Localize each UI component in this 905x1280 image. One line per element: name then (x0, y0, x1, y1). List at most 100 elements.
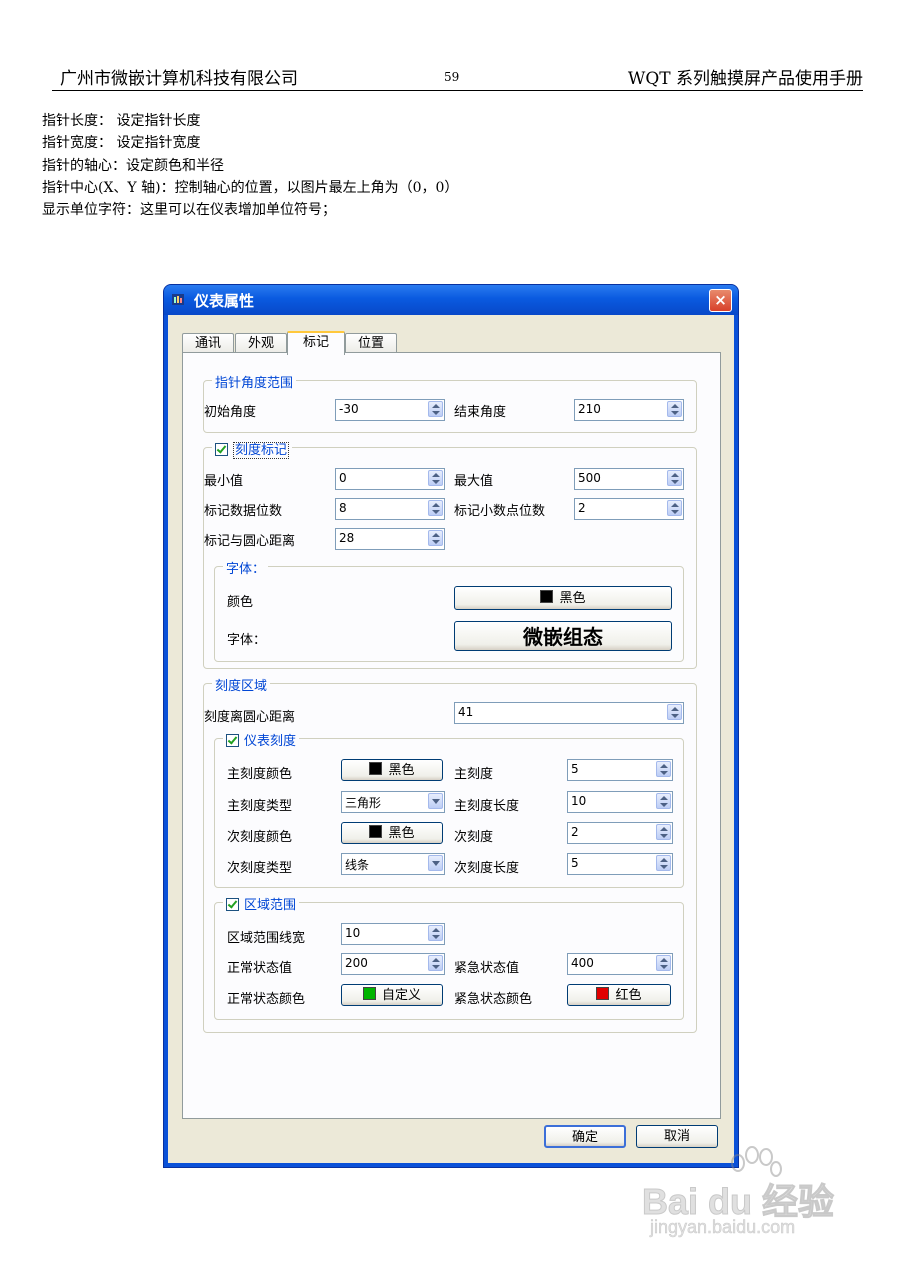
spin-arrows-icon[interactable] (656, 955, 671, 971)
min-value-label: 最小值 (204, 474, 244, 489)
decimals-spinner[interactable]: 2 (574, 498, 684, 520)
spin-arrows-icon[interactable] (428, 955, 443, 971)
zone-range-checkbox[interactable]: 区域范围 (223, 894, 300, 913)
app-icon (172, 294, 184, 305)
black-swatch-icon (369, 825, 383, 838)
normal-value-spinner[interactable]: 200 (341, 953, 445, 975)
close-button[interactable]: × (709, 289, 732, 312)
tab-position[interactable]: 位置 (345, 333, 397, 353)
zone-range-group: 区域范围 区域范围线宽 10 正常状态值 200 紧急状态值 400 正常状态颜… (214, 894, 684, 1020)
pointer-range-group: 指针角度范围 初始角度 -30 结束角度 210 (203, 372, 697, 433)
minor-type-label: 次刻度类型 (227, 861, 293, 876)
intro-line: 显示单位字符：这里可以在仪表增加单位符号； (42, 202, 336, 219)
spin-arrows-icon[interactable] (656, 761, 671, 777)
start-angle-label: 初始角度 (204, 405, 257, 420)
tab-marking[interactable]: 标记 (287, 331, 345, 355)
decimals-label: 标记小数点位数 (454, 504, 546, 519)
page-number: 59 (444, 70, 460, 84)
black-swatch-icon (369, 762, 383, 775)
mark-distance-label: 标记与圆心距离 (204, 534, 296, 549)
alarm-value-label: 紧急状态值 (454, 961, 520, 976)
start-angle-spinner[interactable]: -30 (335, 399, 445, 421)
major-length-label: 主刻度长度 (454, 799, 520, 814)
checkbox-checked-icon[interactable] (215, 443, 228, 456)
green-swatch-icon (362, 987, 376, 1000)
spin-arrows-icon[interactable] (667, 704, 682, 720)
spin-arrows-icon[interactable] (656, 793, 671, 809)
group-legend: 刻度区域 (212, 675, 271, 694)
group-legend: 字体： (223, 558, 269, 577)
red-swatch-icon (596, 987, 610, 1000)
end-angle-spinner[interactable]: 210 (574, 399, 684, 421)
font-select-button[interactable]: 微嵌组态 (454, 621, 672, 651)
spin-arrows-icon[interactable] (428, 530, 443, 546)
spin-arrows-icon[interactable] (656, 824, 671, 840)
major-length-spinner[interactable]: 10 (567, 791, 673, 813)
mark-distance-spinner[interactable]: 28 (335, 528, 445, 550)
spin-arrows-icon[interactable] (656, 855, 671, 871)
meter-scale-group: 仪表刻度 主刻度颜色 黑色 主刻度 5 主刻度类型 三角形 主刻度长度 10 次… (214, 730, 684, 888)
minor-spinner[interactable]: 2 (567, 822, 673, 844)
max-value-spinner[interactable]: 500 (574, 468, 684, 490)
spin-arrows-icon[interactable] (428, 500, 443, 516)
major-color-button[interactable]: 黑色 (341, 759, 443, 781)
tab-panel: 指针角度范围 初始角度 -30 结束角度 210 刻度标记 最小值 0 最大值 … (182, 352, 721, 1119)
min-value-spinner[interactable]: 0 (335, 468, 445, 490)
spin-arrows-icon[interactable] (428, 470, 443, 486)
font-color-button[interactable]: 黑色 (454, 586, 672, 610)
normal-color-button[interactable]: 自定义 (341, 984, 443, 1006)
minor-color-button[interactable]: 黑色 (341, 822, 443, 844)
spin-arrows-icon[interactable] (667, 470, 682, 486)
minor-length-spinner[interactable]: 5 (567, 853, 673, 875)
major-color-label: 主刻度颜色 (227, 767, 293, 782)
tab-appearance[interactable]: 外观 (235, 333, 287, 353)
meter-scale-checkbox[interactable]: 仪表刻度 (223, 730, 300, 749)
normal-value-label: 正常状态值 (227, 961, 293, 976)
spin-arrows-icon[interactable] (428, 925, 443, 941)
normal-color-label: 正常状态颜色 (227, 992, 306, 1007)
tab-communication[interactable]: 通讯 (182, 333, 234, 353)
intro-line: 指针长度： 设定指针长度 (42, 113, 201, 129)
major-type-select[interactable]: 三角形 (341, 791, 445, 813)
chevron-down-icon[interactable] (428, 855, 443, 871)
minor-type-select[interactable]: 线条 (341, 853, 445, 875)
checkbox-checked-icon[interactable] (226, 734, 239, 747)
alarm-color-button[interactable]: 红色 (567, 984, 671, 1006)
dialog-client: 通讯 外观 标记 位置 指针角度范围 初始角度 -30 结束角度 210 刻度标… (168, 315, 734, 1163)
area-distance-label: 刻度离圆心距离 (204, 710, 296, 725)
meter-properties-dialog: 仪表属性 × 通讯 外观 标记 位置 指针角度范围 初始角度 -30 结束角度 … (164, 285, 738, 1167)
end-angle-label: 结束角度 (454, 405, 507, 420)
intro-line: 指针中心(X、Y 轴)：控制轴心的位置，以图片最左上角为（0，0） (42, 179, 459, 196)
chevron-down-icon[interactable] (428, 793, 443, 809)
digits-label: 标记数据位数 (204, 504, 283, 519)
spin-arrows-icon[interactable] (667, 401, 682, 417)
major-label: 主刻度 (454, 767, 494, 782)
page-header: 广州市微嵌计算机科技有限公司 59 WQT 系列触摸屏产品使用手册 (52, 62, 863, 91)
baidu-watermark: Bai du 经验 jingyan.baidu.com (641, 1145, 857, 1245)
manual-title: WQT 系列触摸屏产品使用手册 (627, 69, 863, 89)
intro-line: 指针宽度： 设定指针宽度 (42, 135, 201, 152)
spin-arrows-icon[interactable] (428, 401, 443, 417)
scale-mark-group: 刻度标记 最小值 0 最大值 500 标记数据位数 8 标记小数点位数 2 标记… (203, 439, 697, 669)
max-value-label: 最大值 (454, 474, 494, 489)
checkbox-checked-icon[interactable] (226, 898, 239, 911)
group-legend: 指针角度范围 (212, 372, 297, 391)
dialog-titlebar[interactable]: 仪表属性 × (164, 285, 738, 315)
minor-length-label: 次刻度长度 (454, 861, 520, 876)
area-distance-spinner[interactable]: 41 (454, 702, 684, 724)
scale-area-group: 刻度区域 刻度离圆心距离 41 仪表刻度 主刻度颜色 黑色 主刻度 5 主刻度类… (203, 675, 697, 1033)
minor-label: 次刻度 (454, 830, 494, 845)
alarm-value-spinner[interactable]: 400 (567, 953, 673, 975)
alarm-color-label: 紧急状态颜色 (454, 992, 533, 1007)
spin-arrows-icon[interactable] (667, 500, 682, 516)
major-type-label: 主刻度类型 (227, 799, 293, 814)
company-name: 广州市微嵌计算机科技有限公司 (60, 69, 298, 89)
dialog-title: 仪表属性 (194, 292, 255, 310)
major-spinner[interactable]: 5 (567, 759, 673, 781)
digits-spinner[interactable]: 8 (335, 498, 445, 520)
intro-line: 指针的轴心：设定颜色和半径 (42, 157, 224, 174)
ok-button[interactable]: 确定 (544, 1125, 626, 1148)
scale-mark-checkbox[interactable]: 刻度标记 (212, 439, 293, 459)
line-width-spinner[interactable]: 10 (341, 923, 445, 945)
minor-color-label: 次刻度颜色 (227, 830, 293, 845)
